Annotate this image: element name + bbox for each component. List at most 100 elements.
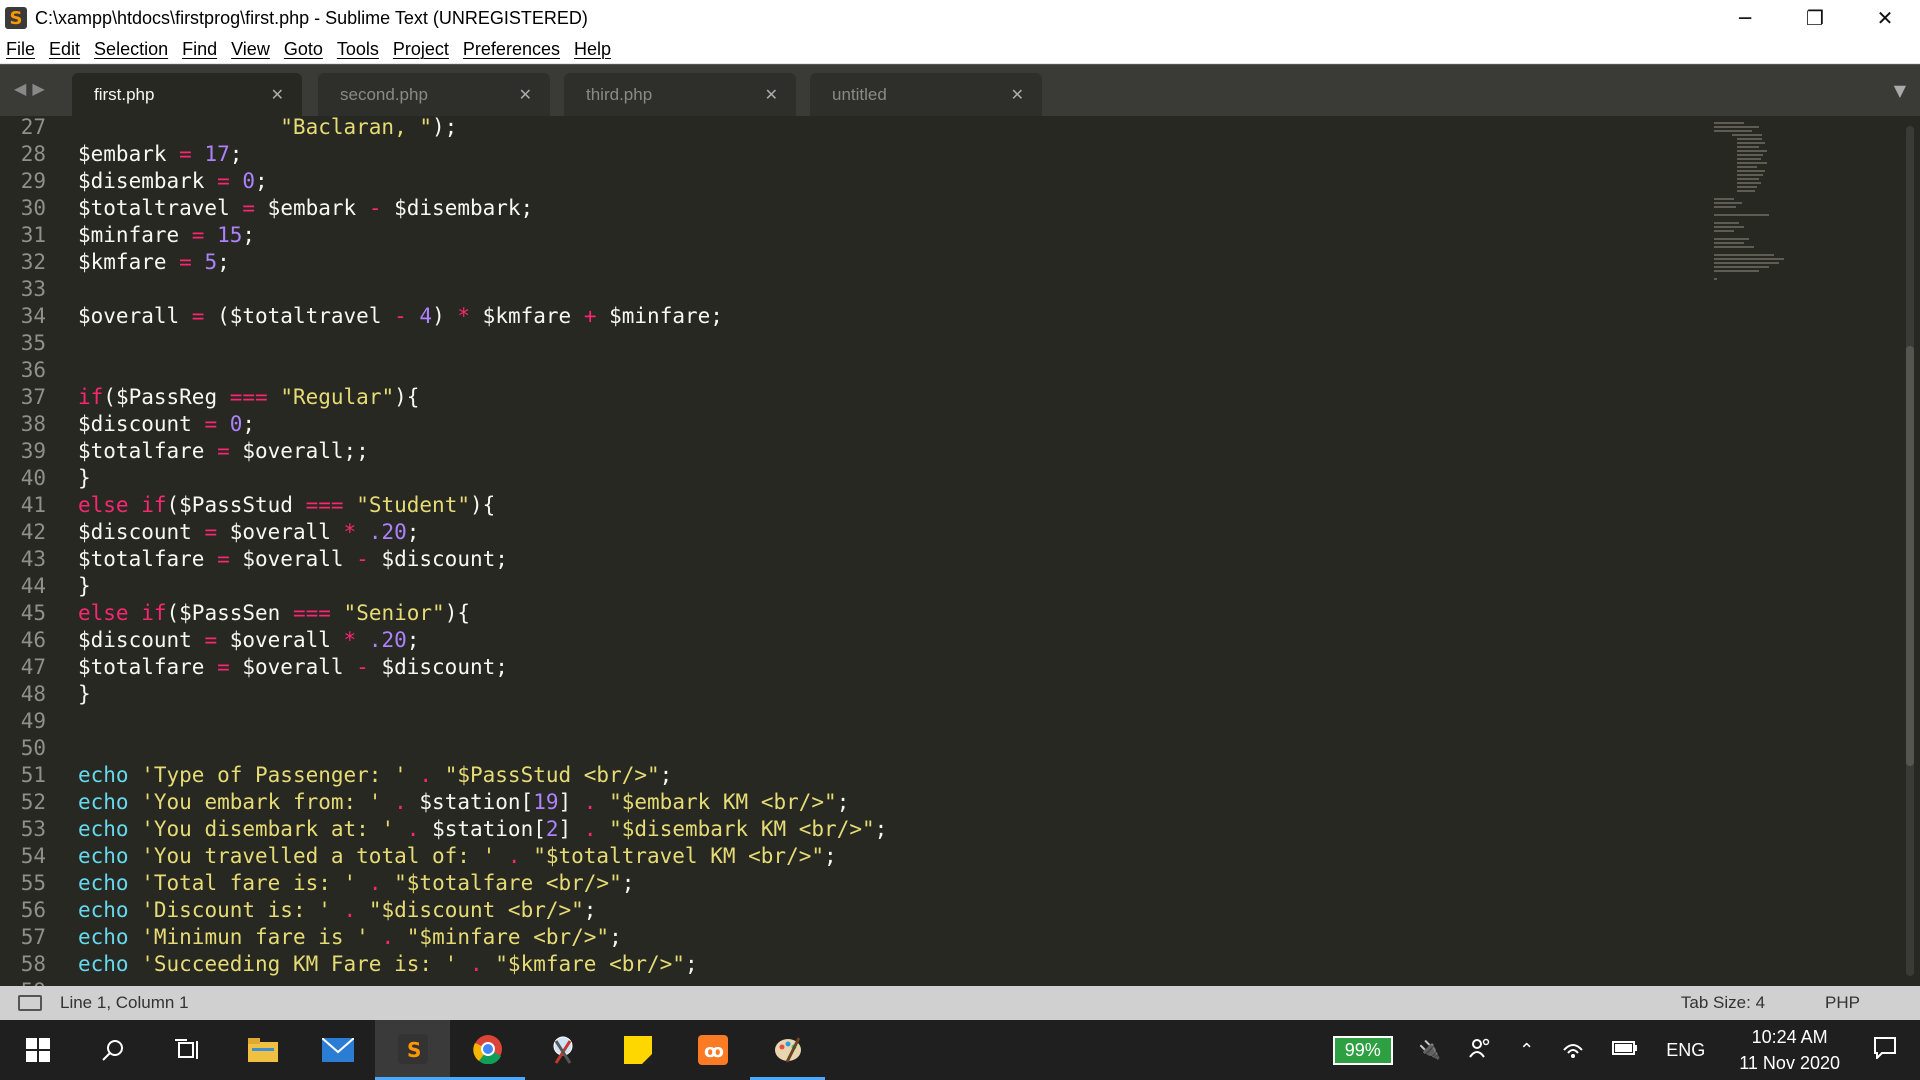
code-line[interactable]: 52 echo 'You embark from: ' . $station[19… [0, 789, 1700, 816]
tab-first-php[interactable]: first.php ✕ [72, 73, 302, 117]
code-line[interactable]: 48} [0, 681, 1700, 708]
menu-project[interactable]: Project [393, 39, 449, 60]
code-token: ; [406, 520, 420, 544]
close-window-icon[interactable]: ✕ [1850, 0, 1920, 36]
power-plug-icon[interactable]: 🔌 [1419, 1040, 1441, 1061]
code-token: echo [78, 790, 129, 814]
tab-label: second.php [340, 85, 428, 104]
wifi-icon[interactable] [1562, 1038, 1584, 1063]
tab-third-php[interactable]: third.php ✕ [564, 73, 796, 117]
code-token: 19 [533, 790, 559, 814]
tab-close-icon[interactable]: ✕ [519, 85, 532, 105]
code-line[interactable]: 30 $totaltravel = $embark - $disembark; [0, 195, 1700, 222]
code-line[interactable]: 37 if($PassReg === "Regular"){ [0, 384, 1700, 411]
menu-edit[interactable]: Edit [49, 39, 80, 60]
code-line[interactable]: 41 else if($PassStud === "Student"){ [0, 492, 1700, 519]
mail-icon[interactable] [300, 1020, 375, 1080]
code-line[interactable]: 34 $overall = ($totaltravel - 4) * $kmfar… [0, 303, 1700, 330]
code-line[interactable]: 44} [0, 573, 1700, 600]
tab-untitled[interactable]: untitled ✕ [810, 73, 1042, 117]
code-line[interactable]: 58 echo 'Succeeding KM Fare is: ' . "$kmf… [0, 951, 1700, 978]
code-editor[interactable]: 27 "Baclaran, "); 28 $embark = 17; 29 $disem… [0, 116, 1906, 986]
code-token: ] [558, 790, 584, 814]
syntax-indicator[interactable]: PHP [1825, 993, 1860, 1013]
minimize-icon[interactable]: ─ [1710, 0, 1780, 36]
tab-dropdown-icon[interactable]: ▼ [1894, 81, 1906, 100]
code-line[interactable]: 40} [0, 465, 1700, 492]
clock[interactable]: 10:24 AM 11 Nov 2020 [1739, 1024, 1840, 1076]
code-line[interactable]: 36 [0, 357, 1700, 384]
tab-label: third.php [586, 85, 653, 104]
code-line[interactable]: 31 $minfare = 15; [0, 222, 1700, 249]
code-line[interactable]: 29 $disembark = 0; [0, 168, 1700, 195]
tab-close-icon[interactable]: ✕ [1011, 85, 1024, 105]
battery-indicator[interactable]: 99% [1332, 1035, 1393, 1065]
xampp-icon[interactable]: ꝏ [675, 1020, 750, 1080]
file-explorer-icon[interactable] [225, 1020, 300, 1080]
code-line[interactable]: 46 $discount = $overall * .20; [0, 627, 1700, 654]
tab-close-icon[interactable]: ✕ [271, 85, 284, 105]
paint-icon[interactable] [750, 1020, 825, 1080]
panel-toggle-icon[interactable] [18, 995, 42, 1011]
code-line[interactable]: 28 $embark = 17; [0, 141, 1700, 168]
menu-tools[interactable]: Tools [337, 39, 379, 60]
code-line[interactable]: 55 echo 'Total fare is: ' . "$totalfare <… [0, 870, 1700, 897]
language-indicator[interactable]: ENG [1666, 1040, 1705, 1061]
menu-help[interactable]: Help [574, 39, 611, 60]
tab-size-indicator[interactable]: Tab Size: 4 [1681, 993, 1765, 1013]
code-line[interactable]: 54 echo 'You travelled a total of: ' . "$… [0, 843, 1700, 870]
chrome-icon[interactable] [450, 1020, 525, 1080]
task-view-icon[interactable] [150, 1020, 225, 1080]
menu-view[interactable]: View [231, 39, 270, 60]
code-line[interactable]: 57 echo 'Minimun fare is ' . "$minfare <b… [0, 924, 1700, 951]
tab-close-icon[interactable]: ✕ [765, 85, 778, 105]
code-line[interactable]: 33 [0, 276, 1700, 303]
code-token: . [507, 844, 521, 868]
code-line[interactable]: 50 [0, 735, 1700, 762]
code-token: = [217, 439, 230, 463]
search-icon[interactable] [75, 1020, 150, 1080]
code-line[interactable]: 51 echo 'Type of Passenger: ' . "$PassStu… [0, 762, 1700, 789]
restore-icon[interactable]: ❐ [1780, 0, 1850, 36]
code-line[interactable]: 32 $kmfare = 5; [0, 249, 1700, 276]
code-line[interactable]: 42 $discount = $overall * .20; [0, 519, 1700, 546]
menu-file[interactable]: File [6, 39, 35, 60]
code-line[interactable]: 38 $discount = 0; [0, 411, 1700, 438]
code-line[interactable]: 47 $totalfare = $overall - $discount; [0, 654, 1700, 681]
scrollbar-thumb[interactable] [1906, 346, 1914, 766]
chevron-up-icon[interactable]: ⌃ [1519, 1040, 1534, 1061]
cursor-position[interactable]: Line 1, Column 1 [60, 993, 189, 1013]
menu-goto[interactable]: Goto [284, 39, 323, 60]
people-icon[interactable] [1469, 1037, 1491, 1064]
battery-icon[interactable] [1612, 1040, 1638, 1061]
tab-second-php[interactable]: second.php ✕ [318, 73, 550, 117]
code-token: "$discount <br/>" [368, 898, 584, 922]
sticky-notes-icon[interactable] [600, 1020, 675, 1080]
code-line[interactable]: 49 [0, 708, 1700, 735]
code-line[interactable]: 27 "Baclaran, "); [0, 116, 1700, 141]
windows-start-icon[interactable] [0, 1020, 75, 1080]
menu-find[interactable]: Find [182, 39, 217, 60]
code-line[interactable]: 35 [0, 330, 1700, 357]
code-line[interactable]: 53 echo 'You disembark at: ' . $station[2… [0, 816, 1700, 843]
code-line[interactable]: 59 [0, 978, 1700, 986]
snipping-tool-icon[interactable] [525, 1020, 600, 1080]
vertical-scrollbar[interactable] [1906, 126, 1914, 976]
code-line[interactable]: 43 $totalfare = $overall - $discount; [0, 546, 1700, 573]
menu-selection[interactable]: Selection [94, 39, 168, 60]
sublime-text-taskbar-icon[interactable]: S [375, 1020, 450, 1080]
code-line[interactable]: 45 else if($PassSen === "Senior"){ [0, 600, 1700, 627]
chevron-right-icon[interactable]: ▶ [32, 79, 44, 98]
code-token: $embark [255, 196, 369, 220]
chevron-left-icon[interactable]: ◀ [14, 79, 26, 98]
code-line[interactable]: 39 $totalfare = $overall;; [0, 438, 1700, 465]
code-line[interactable]: 56 echo 'Discount is: ' . "$discount <br/… [0, 897, 1700, 924]
minimap[interactable] [1712, 120, 1812, 320]
menu-preferences[interactable]: Preferences [463, 39, 560, 60]
notifications-icon[interactable] [1874, 1036, 1896, 1064]
